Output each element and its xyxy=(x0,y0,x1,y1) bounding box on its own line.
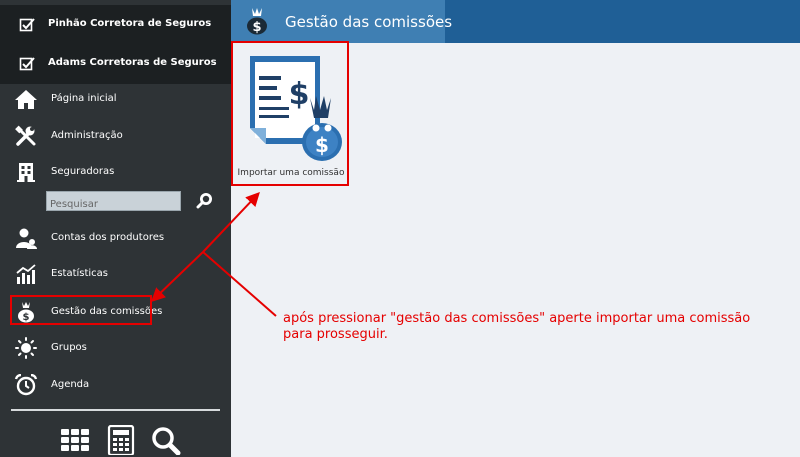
header-tab-gestao[interactable]: $ Gestão das comissões xyxy=(231,0,452,43)
sidebar-search-field[interactable] xyxy=(46,191,181,214)
sidebar-item-label: Administração xyxy=(51,130,123,141)
page-title: Gestão das comissões xyxy=(285,13,453,31)
calculator-icon[interactable] xyxy=(106,425,136,455)
home-icon xyxy=(15,90,37,109)
sidebar-item-label: Página inicial xyxy=(51,93,117,104)
sidebar-item-pagina-inicial[interactable]: Página inicial xyxy=(0,82,231,116)
header-bar: $ Gestão das comissões xyxy=(231,0,800,43)
sidebar-search-input[interactable] xyxy=(47,195,180,214)
chart-icon xyxy=(16,264,36,284)
search-button-icon[interactable] xyxy=(196,191,214,209)
sidebar-item-estatisticas[interactable]: Estatísticas xyxy=(0,257,231,291)
alarm-clock-icon xyxy=(14,374,38,396)
money-bag-icon: $ xyxy=(247,8,267,35)
building-icon xyxy=(17,163,35,182)
sidebar-item-administracao[interactable]: Administração xyxy=(0,119,231,153)
users-icon xyxy=(16,228,37,249)
tools-icon xyxy=(15,125,36,146)
company-label: Pinhão Corretora de Seguros xyxy=(48,18,212,29)
sun-icon xyxy=(15,337,37,359)
sidebar-item-label: Seguradoras xyxy=(51,166,115,177)
checkbox-checked-icon[interactable] xyxy=(19,17,35,33)
sidebar-item-contas-dos-produtores[interactable]: Contas dos produtores xyxy=(0,221,231,255)
sidebar-item-grupos[interactable]: Grupos xyxy=(0,331,231,365)
search-icon[interactable] xyxy=(151,425,181,455)
sidebar-divider xyxy=(11,409,220,411)
checkbox-checked-icon[interactable] xyxy=(19,56,35,72)
highlight-box-sidebar-item xyxy=(10,295,152,325)
sidebar-item-agenda[interactable]: Agenda xyxy=(0,368,231,402)
sidebar: Pinhão Corretora de Seguros Adams Corret… xyxy=(0,0,231,457)
sidebar-item-seguradoras[interactable]: Seguradoras xyxy=(0,155,231,189)
sidebar-item-label: Contas dos produtores xyxy=(51,232,165,243)
sidebar-item-label: Agenda xyxy=(51,379,90,390)
highlight-box-tile xyxy=(231,41,349,186)
sidebar-item-label: Grupos xyxy=(51,342,87,353)
sidebar-item-label: Estatísticas xyxy=(51,268,109,279)
company-label: Adams Corretoras de Seguros xyxy=(48,57,217,68)
svg-text:$: $ xyxy=(252,20,261,35)
grid-icon[interactable] xyxy=(60,425,90,455)
company-item-adams[interactable]: Adams Corretoras de Seguros xyxy=(0,44,231,84)
annotation-text: após pressionar "gestão das comissões" a… xyxy=(283,311,751,342)
company-item-pinhao[interactable]: Pinhão Corretora de Seguros xyxy=(0,5,231,45)
